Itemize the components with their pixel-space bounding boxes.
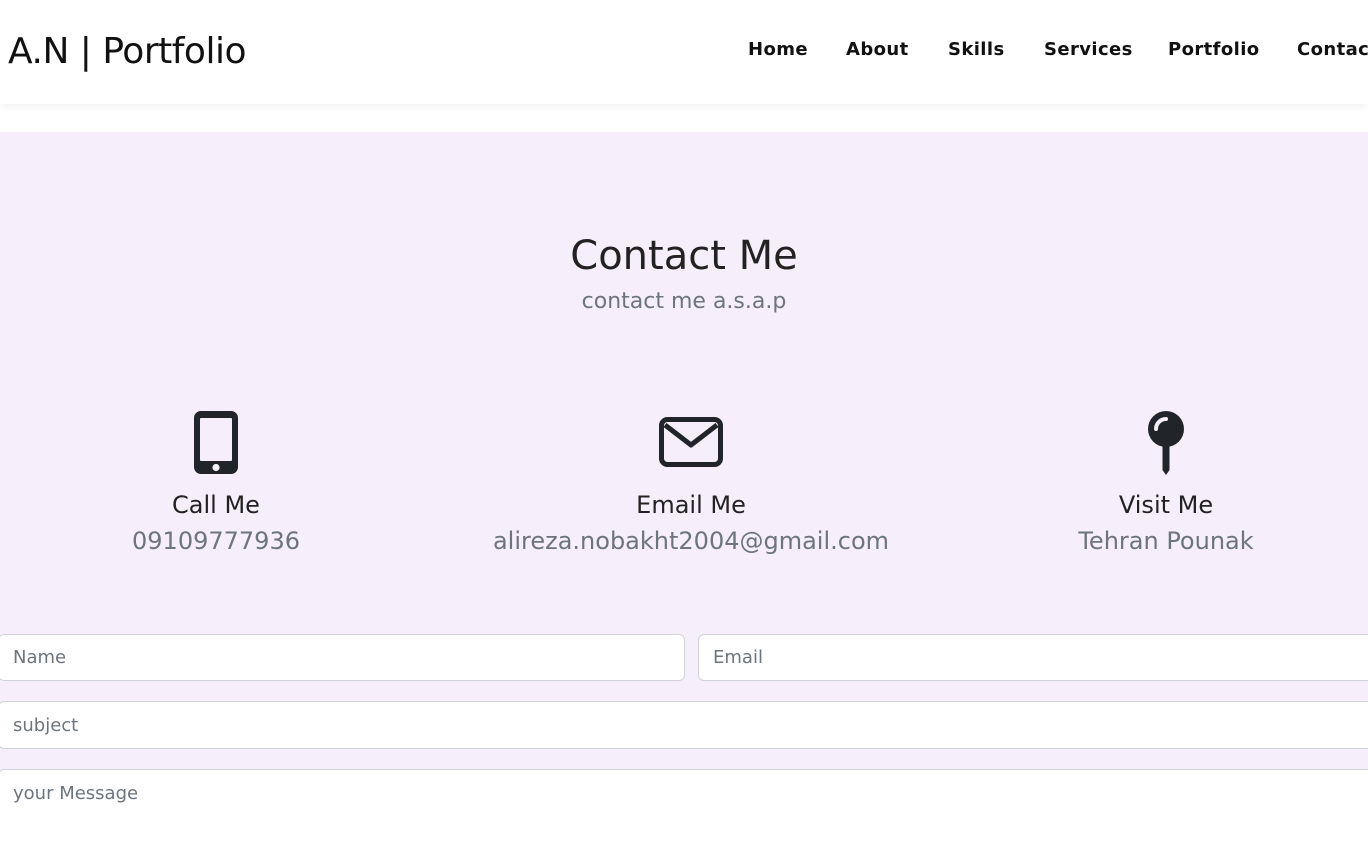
nav-link-home[interactable]: Home <box>748 38 808 62</box>
navbar: A.N | Portfolio Home About Skills Servic… <box>0 0 1368 104</box>
call-title: Call Me <box>172 491 260 519</box>
subject-input[interactable] <box>0 701 1368 749</box>
mobile-phone-icon <box>194 411 238 474</box>
nav-link-about[interactable]: About <box>846 38 908 62</box>
phone-number: 09109777936 <box>132 527 300 555</box>
address: Tehran Pounak <box>1078 527 1254 555</box>
email-info: Email Me alireza.nobakht2004@gmail.com <box>463 410 919 556</box>
call-info: Call Me 09109777936 <box>0 410 444 556</box>
email-input[interactable] <box>698 634 1368 681</box>
name-input[interactable] <box>0 634 685 681</box>
brand-logo[interactable]: A.N | Portfolio <box>8 29 246 75</box>
nav-link-services[interactable]: Services <box>1044 38 1132 62</box>
envelope-icon <box>659 417 723 467</box>
message-textarea[interactable] <box>0 769 1368 849</box>
nav-links: Home About Skills Services Portfolio Con… <box>748 38 1368 62</box>
email-address: alireza.nobakht2004@gmail.com <box>492 527 890 555</box>
contact-section: Contact Me contact me a.s.a.p Call Me 09… <box>0 132 1368 849</box>
nav-link-portfolio[interactable]: Portfolio <box>1168 38 1259 62</box>
map-pin-icon <box>1148 411 1184 475</box>
visit-info: Visit Me Tehran Pounak <box>938 410 1368 556</box>
section-title: Contact Me <box>570 233 798 279</box>
section-subtitle: contact me a.s.a.p <box>581 289 787 314</box>
email-title: Email Me <box>636 491 746 519</box>
visit-title: Visit Me <box>1118 491 1214 519</box>
nav-link-skills[interactable]: Skills <box>948 38 1004 62</box>
nav-link-contact[interactable]: Contact <box>1297 38 1368 62</box>
